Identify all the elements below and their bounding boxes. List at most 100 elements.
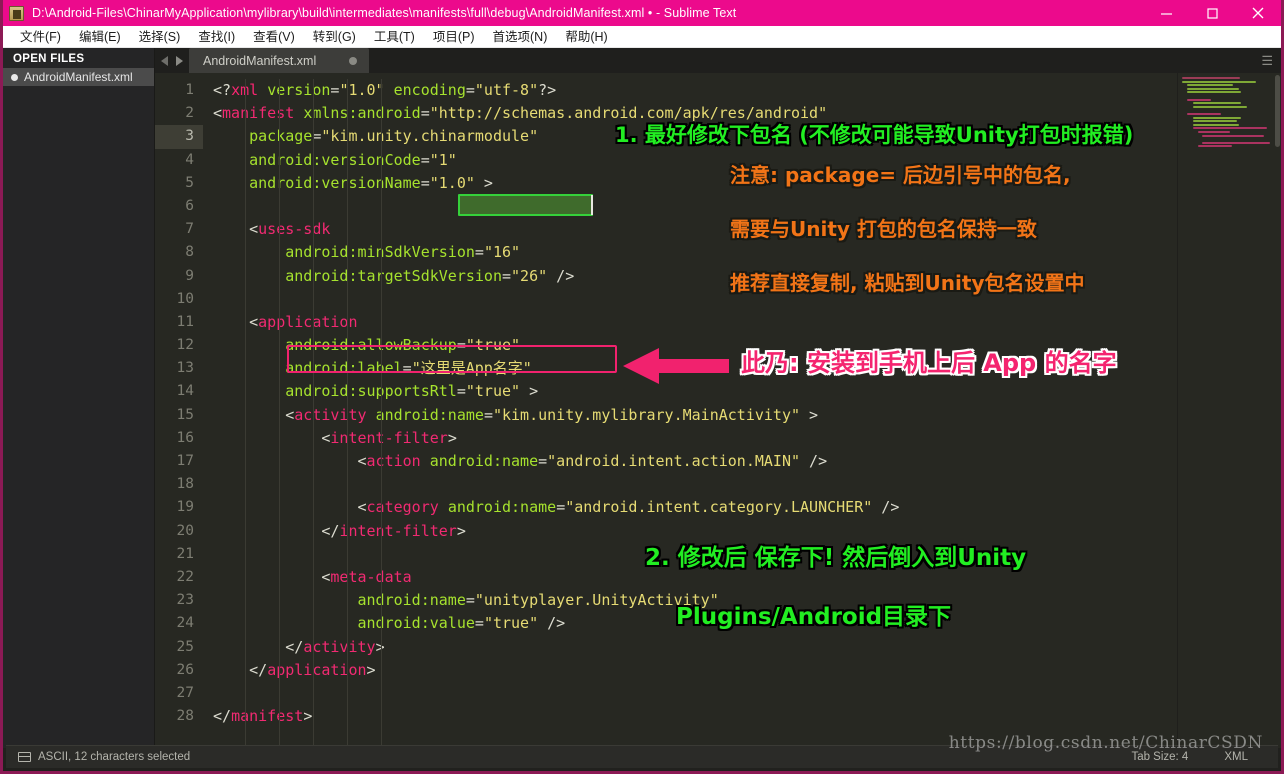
tab-label: AndroidManifest.xml <box>203 53 317 68</box>
sublime-text-window: D:\Android-Files\ChinarMyApplication\myl… <box>0 0 1284 774</box>
menu-item-view[interactable]: 查看(V) <box>244 26 304 48</box>
line-number: 2 <box>185 105 194 122</box>
sidebar-item-androidmanifest[interactable]: AndroidManifest.xml <box>3 68 154 86</box>
tab-unsaved-dot-icon[interactable] <box>349 56 357 65</box>
code-line[interactable] <box>203 195 1281 218</box>
line-number: 14 <box>176 383 194 400</box>
line-number: 18 <box>176 476 194 493</box>
status-syntax[interactable]: XML <box>1224 751 1248 763</box>
text-caret <box>591 195 593 215</box>
line-number: 9 <box>185 267 194 284</box>
code-content[interactable]: <?xml version="1.0" encoding="utf-8"?><m… <box>203 73 1281 748</box>
chevron-right-icon[interactable] <box>176 55 183 66</box>
close-icon[interactable] <box>1235 0 1281 26</box>
status-selection-text: ASCII, 12 characters selected <box>38 751 191 763</box>
window-controls <box>1143 0 1281 26</box>
line-number: 3 <box>155 125 203 149</box>
code-line[interactable]: <?xml version="1.0" encoding="utf-8"?> <box>203 79 1281 102</box>
code-line[interactable]: <manifest xmlns:android="http://schemas.… <box>203 102 1281 125</box>
code-editor[interactable]: 1 2 3 4 5 6 7 8 9 10 11 12 13 14 15 16 17 18 19 20 21 22 23 24 2… <box>155 73 1281 748</box>
status-bar: ASCII, 12 characters selected Tab Size: … <box>6 745 1278 768</box>
line-number: 15 <box>176 406 194 423</box>
menu-item-help[interactable]: 帮助(H) <box>556 26 616 48</box>
code-line[interactable]: android:value="true" /> <box>203 612 1281 635</box>
line-number: 11 <box>176 313 194 330</box>
line-endings-icon[interactable] <box>18 752 31 762</box>
line-number: 22 <box>176 568 194 585</box>
line-number: 5 <box>185 174 194 191</box>
code-line[interactable]: android:targetSdkVersion="26" /> <box>203 265 1281 288</box>
code-line[interactable]: <uses-sdk <box>203 218 1281 241</box>
code-line[interactable]: </manifest> <box>203 705 1281 728</box>
menu-item-edit[interactable]: 编辑(E) <box>70 26 130 48</box>
code-line[interactable]: <activity android:name="kim.unity.mylibr… <box>203 404 1281 427</box>
code-line[interactable]: <meta-data <box>203 566 1281 589</box>
tab-scroll-arrows <box>155 48 189 73</box>
maximize-icon[interactable] <box>1189 0 1235 26</box>
code-line[interactable]: android:label="这里是App名字" <box>203 357 1281 380</box>
sublime-text-icon <box>9 5 24 21</box>
menu-item-file[interactable]: 文件(F) <box>11 26 70 48</box>
tab-menu-icon[interactable]: ☰ <box>1261 54 1273 67</box>
tab-bar: AndroidManifest.xml ☰ <box>155 48 1281 73</box>
menu-bar: 文件(F) 编辑(E) 选择(S) 查找(I) 查看(V) 转到(G) 工具(T… <box>3 26 1281 48</box>
chevron-left-icon[interactable] <box>161 55 168 66</box>
menu-item-find[interactable]: 查找(I) <box>189 26 244 48</box>
line-number: 13 <box>176 360 194 377</box>
unsaved-dot-icon <box>11 73 18 81</box>
line-number: 6 <box>185 197 194 214</box>
code-line[interactable]: </application> <box>203 659 1281 682</box>
window-title: D:\Android-Files\ChinarMyApplication\myl… <box>32 6 737 20</box>
line-number-gutter: 1 2 3 4 5 6 7 8 9 10 11 12 13 14 15 16 17 18 19 20 21 22 23 24 2… <box>155 73 203 748</box>
editor-column: AndroidManifest.xml ☰ 1 2 3 4 5 6 7 8 9 10 11 12 13 1… <box>155 48 1281 748</box>
minimap-viewport[interactable] <box>1275 75 1280 147</box>
menu-item-goto[interactable]: 转到(G) <box>304 26 365 48</box>
code-line[interactable]: </intent-filter> <box>203 520 1281 543</box>
line-number: 27 <box>176 684 194 701</box>
minimize-icon[interactable] <box>1143 0 1189 26</box>
menu-item-project[interactable]: 项目(P) <box>424 26 484 48</box>
main-area: OPEN FILES AndroidManifest.xml AndroidMa… <box>3 48 1281 748</box>
code-line[interactable]: android:supportsRtl="true" > <box>203 380 1281 403</box>
code-line[interactable]: package="kim.unity.chinarmodule" <box>203 125 1281 148</box>
code-line[interactable] <box>203 473 1281 496</box>
line-number: 4 <box>185 151 194 168</box>
code-line[interactable]: android:name="unityplayer.UnityActivity" <box>203 589 1281 612</box>
sidebar-header-open-files: OPEN FILES <box>13 53 85 65</box>
code-line[interactable]: android:minSdkVersion="16" <box>203 241 1281 264</box>
line-number: 7 <box>185 221 194 238</box>
line-number: 10 <box>176 290 194 307</box>
code-line[interactable] <box>203 288 1281 311</box>
line-number: 19 <box>176 499 194 516</box>
code-line[interactable]: <action android:name="android.intent.act… <box>203 450 1281 473</box>
menu-item-selection[interactable]: 选择(S) <box>130 26 190 48</box>
line-number: 20 <box>176 522 194 539</box>
title-bar: D:\Android-Files\ChinarMyApplication\myl… <box>3 0 1281 26</box>
line-number: 25 <box>176 638 194 655</box>
code-line[interactable]: </activity> <box>203 636 1281 659</box>
sidebar: OPEN FILES AndroidManifest.xml <box>3 48 155 748</box>
line-number: 23 <box>176 592 194 609</box>
line-number: 16 <box>176 429 194 446</box>
line-number: 21 <box>176 545 194 562</box>
menu-item-tools[interactable]: 工具(T) <box>365 26 424 48</box>
line-number: 8 <box>185 244 194 261</box>
line-number: 24 <box>176 615 194 632</box>
sidebar-file-label: AndroidManifest.xml <box>24 70 133 84</box>
menu-item-preferences[interactable]: 首选项(N) <box>484 26 557 48</box>
line-number: 12 <box>176 337 194 354</box>
status-tab-size[interactable]: Tab Size: 4 <box>1131 751 1188 763</box>
line-number: 17 <box>176 453 194 469</box>
code-line[interactable] <box>203 682 1281 705</box>
code-line[interactable]: android:versionCode="1" <box>203 149 1281 172</box>
code-line[interactable]: android:versionName="1.0" > <box>203 172 1281 195</box>
code-line[interactable]: <application <box>203 311 1281 334</box>
code-line[interactable]: <category android:name="android.intent.c… <box>203 496 1281 519</box>
line-number: 26 <box>176 661 194 678</box>
code-line[interactable]: android:allowBackup="true" <box>203 334 1281 357</box>
code-line[interactable] <box>203 543 1281 566</box>
line-number: 1 <box>185 82 194 98</box>
code-line[interactable]: <intent-filter> <box>203 427 1281 450</box>
tab-androidmanifest[interactable]: AndroidManifest.xml <box>189 48 369 73</box>
minimap[interactable] <box>1177 73 1281 748</box>
